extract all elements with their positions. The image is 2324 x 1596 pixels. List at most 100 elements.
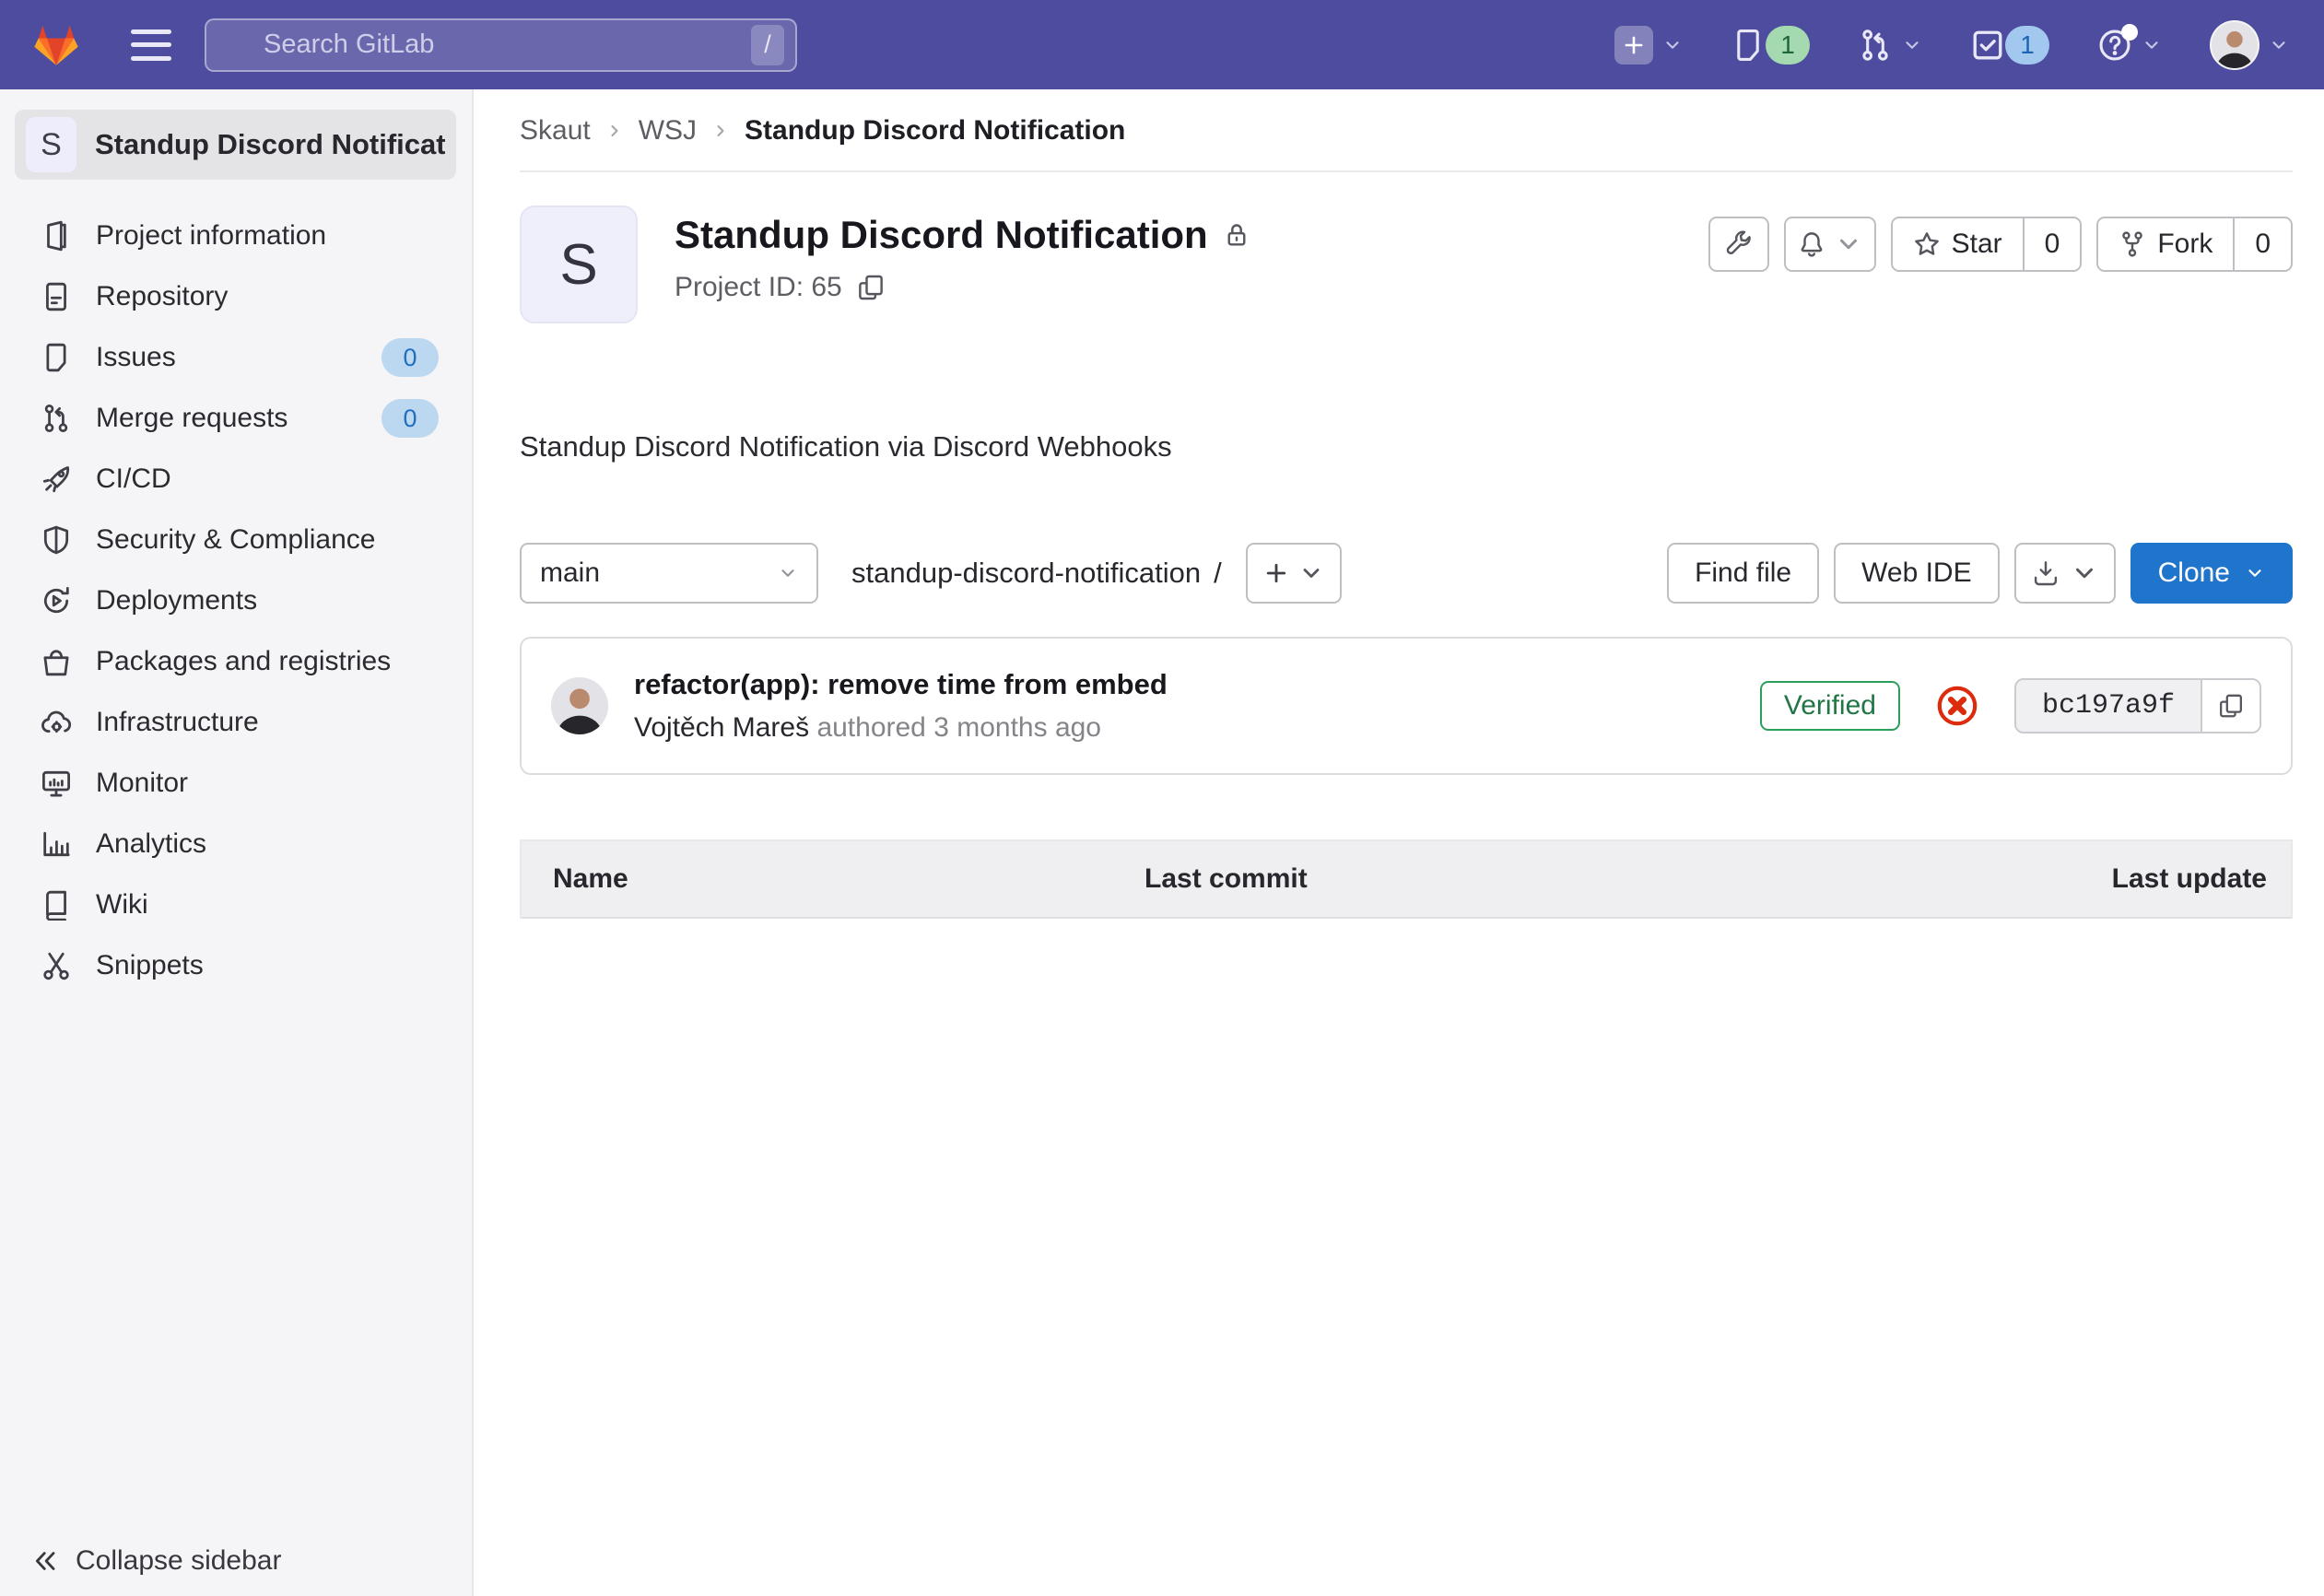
branch-selector[interactable]: main (520, 543, 818, 604)
sidebar-item-packages-and-registries[interactable]: Packages and registries (0, 631, 472, 692)
todos-shortcut-button[interactable]: 1 (1970, 26, 2049, 65)
star-button-group[interactable]: Star 0 (1891, 217, 2083, 272)
search-bar[interactable]: / (205, 18, 797, 72)
sidebar-item-badge: 0 (381, 399, 439, 438)
sidebar-item-deployments[interactable]: Deployments (0, 570, 472, 631)
commit-title[interactable]: refactor(app): remove time from embed (634, 668, 1168, 701)
sidebar-item-label: CI/CD (96, 464, 171, 495)
copy-icon (2218, 693, 2244, 719)
branch-name: main (540, 557, 600, 589)
navbar-actions: 1 1 (1614, 20, 2289, 70)
notifications-button[interactable] (1784, 217, 1876, 272)
column-header-last-commit[interactable]: Last commit (1144, 863, 1904, 895)
breadcrumb: Skaut WSJ Standup Discord Notification (520, 115, 2293, 147)
lock-icon (1223, 221, 1250, 249)
monitor-icon (41, 768, 72, 799)
sidebar-item-issues[interactable]: Issues 0 (0, 327, 472, 388)
sidebar-item-security-compliance[interactable]: Security & Compliance (0, 510, 472, 570)
pipeline-failed-icon[interactable] (1935, 684, 1979, 728)
bell-icon (1798, 230, 1825, 258)
find-file-button[interactable]: Find file (1667, 543, 1819, 604)
collapse-sidebar-button[interactable]: Collapse sidebar (0, 1526, 472, 1596)
ci-cd-icon (41, 464, 72, 495)
sidebar-item-label: Packages and registries (96, 646, 391, 677)
breadcrumb-group[interactable]: Skaut (520, 115, 591, 147)
sidebar-item-wiki[interactable]: Wiki (0, 874, 472, 935)
sidebar-item-snippets[interactable]: Snippets (0, 935, 472, 996)
chevron-down-icon (2245, 563, 2265, 583)
new-item-button[interactable] (1614, 26, 1683, 65)
language-bar[interactable] (520, 497, 2293, 511)
sidebar-item-monitor[interactable]: Monitor (0, 753, 472, 814)
sidebar-item-label: Snippets (96, 950, 204, 981)
sidebar-item-infrastructure[interactable]: Infrastructure (0, 692, 472, 753)
commit-author-name[interactable]: Vojtěch Mareš (634, 712, 809, 743)
security-icon (41, 524, 72, 556)
star-icon (1913, 230, 1941, 258)
fork-button-group[interactable]: Fork 0 (2096, 217, 2293, 272)
sidebar-item-label: Deployments (96, 585, 257, 616)
path-separator: / (1214, 557, 1222, 590)
column-header-name[interactable]: Name (522, 863, 1144, 895)
last-commit-card: refactor(app): remove time from embed Vo… (520, 637, 2293, 775)
chevron-down-icon (2269, 35, 2289, 55)
repo-path[interactable]: standup-discord-notification (851, 557, 1201, 590)
add-file-button[interactable] (1246, 543, 1342, 604)
fork-icon (2119, 230, 2146, 258)
sidebar-item-label: Monitor (96, 768, 188, 799)
issues-icon (41, 342, 72, 373)
breadcrumb-subgroup[interactable]: WSJ (639, 115, 697, 147)
double-chevron-left-icon (31, 1547, 59, 1575)
merge-requests-shortcut-button[interactable] (1858, 28, 1922, 63)
chevron-down-icon (2071, 559, 2098, 587)
issues-shortcut-button[interactable]: 1 (1731, 26, 1810, 65)
commit-author-avatar[interactable] (551, 677, 608, 734)
sidebar-item-project-information[interactable]: Project information (0, 205, 472, 266)
file-table: Name Last commit Last update (520, 839, 2293, 919)
commit-sha-group: bc197a9f (2014, 678, 2261, 733)
user-menu-button[interactable] (2210, 20, 2289, 70)
divider (520, 170, 2293, 172)
column-header-last-update[interactable]: Last update (1904, 863, 2291, 895)
commit-sha: bc197a9f (2016, 680, 2201, 732)
sidebar-item-ci-cd[interactable]: CI/CD (0, 449, 472, 510)
chevron-right-icon (711, 122, 730, 140)
sidebar-project-context[interactable]: S Standup Discord Notificati... (15, 110, 456, 180)
admin-wrench-button[interactable] (1708, 217, 1769, 272)
file-table-header: Name Last commit Last update (522, 841, 2291, 919)
sidebar-item-badge: 0 (381, 338, 439, 377)
clone-button[interactable]: Clone (2130, 543, 2293, 604)
menu-hamburger-icon[interactable] (131, 29, 171, 61)
snippets-icon (41, 950, 72, 981)
repo-toolbar: main standup-discord-notification / Find… (520, 543, 2293, 604)
copy-project-id-icon[interactable] (857, 274, 885, 301)
star-count[interactable]: 0 (2023, 218, 2081, 270)
project-avatar: S (26, 117, 76, 172)
sidebar-item-merge-requests[interactable]: Merge requests0 (0, 388, 472, 449)
merge-requests-icon (41, 403, 72, 434)
search-input[interactable] (264, 29, 751, 60)
project-id: Project ID: 65 (675, 272, 842, 303)
gitlab-app: / 1 1 (0, 0, 2324, 1596)
chevron-down-icon (2142, 35, 2162, 55)
sidebar-item-analytics[interactable]: Analytics (0, 814, 472, 874)
help-menu-button[interactable] (2097, 28, 2162, 63)
search-icon (223, 31, 251, 59)
copy-sha-button[interactable] (2201, 680, 2259, 732)
gitlab-logo-icon[interactable] (29, 20, 83, 70)
chevron-down-icon (1835, 230, 1862, 258)
wiki-icon (41, 889, 72, 921)
verified-badge[interactable]: Verified (1760, 681, 1900, 731)
sidebar-item-label: Security & Compliance (96, 524, 375, 556)
sidebar-item-repository[interactable]: Repository (0, 266, 472, 327)
sidebar-item-label: Issues (96, 342, 176, 373)
download-button[interactable] (2014, 543, 2116, 604)
sidebar-item-label: Analytics (96, 828, 206, 860)
web-ide-button[interactable]: Web IDE (1834, 543, 2000, 604)
top-navbar: / 1 1 (0, 0, 2324, 89)
issues-count-badge: 1 (1766, 26, 1810, 65)
breadcrumb-current: Standup Discord Notification (745, 115, 1125, 147)
fork-count[interactable]: 0 (2233, 218, 2291, 270)
project-header: S Standup Discord Notification Project I… (520, 205, 2293, 323)
todo-check-icon (1970, 28, 2005, 63)
